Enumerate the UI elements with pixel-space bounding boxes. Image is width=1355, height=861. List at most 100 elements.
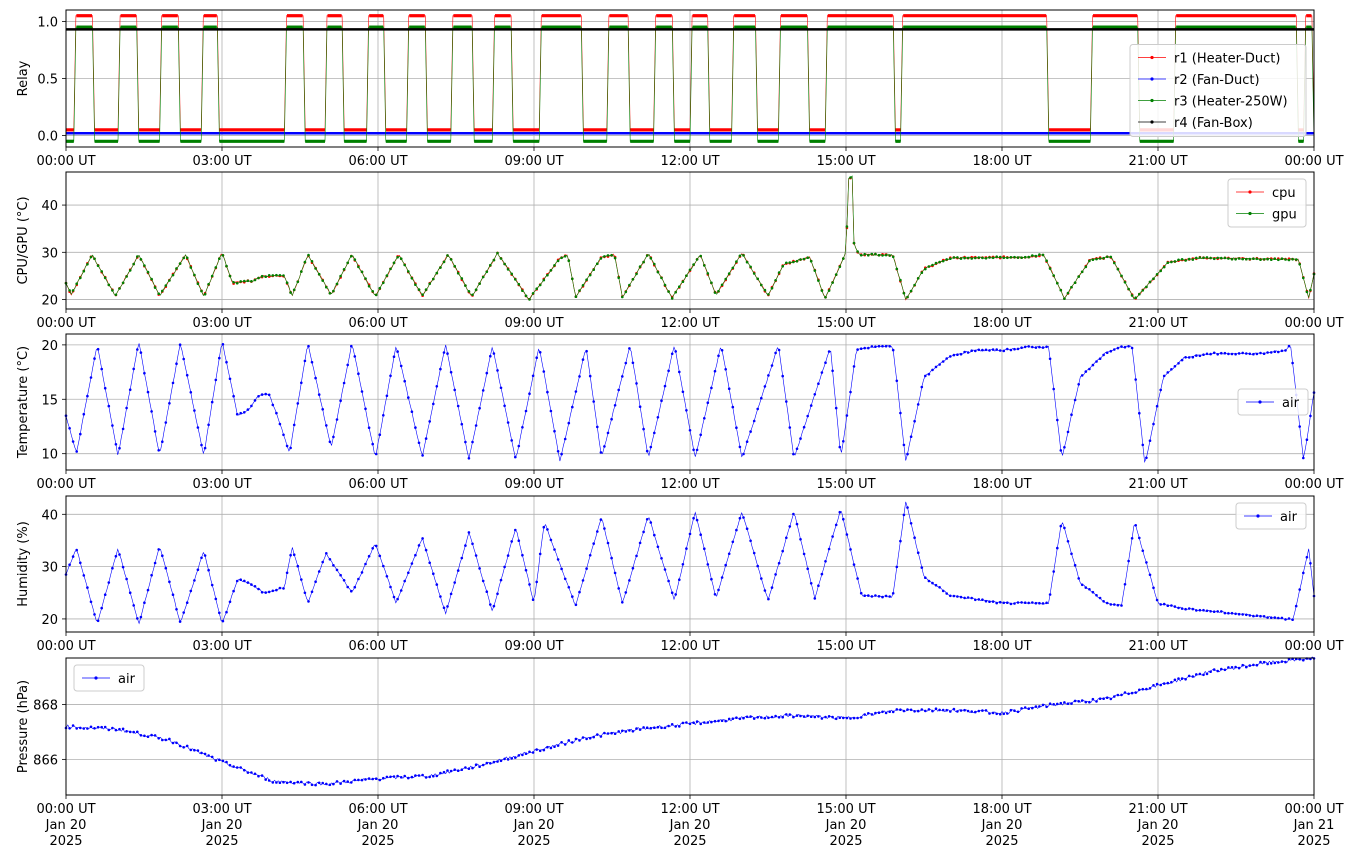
series-point [767,597,770,601]
series-point [89,600,93,604]
series-point [432,277,435,281]
series-point [549,269,553,272]
series-point [727,272,731,275]
series-point [1277,258,1280,262]
series-point [553,548,556,551]
series-point [1070,702,1073,705]
x-tick-year: 2025 [49,834,82,849]
series-point [745,440,749,444]
series-point [300,780,303,784]
series-point [93,357,96,360]
series-point [1059,701,1063,705]
series-point [1095,257,1098,261]
series-point [239,411,242,415]
series-point [663,283,667,287]
legend-swatch-marker [1150,55,1154,60]
series-point [392,355,396,359]
series-point [660,557,663,560]
series-point [1187,257,1191,261]
series-point [100,367,103,371]
series-point [114,728,118,732]
series-point [178,744,182,748]
series-point [285,781,289,785]
series-point [275,781,278,784]
series-point [1034,254,1038,258]
x-tick-date: Jan 20 [981,818,1023,833]
series-point [1248,257,1252,261]
x-tick-year: 2025 [517,834,550,849]
series-point [1227,666,1230,669]
series-point [1212,610,1216,613]
series-point [360,270,364,274]
series-point [175,608,178,611]
series-point [396,597,399,601]
series-point [328,783,332,787]
series-point [1116,267,1120,271]
series-point [881,344,884,348]
series-point [1013,602,1016,605]
series-point [574,603,578,607]
series-point [442,351,446,354]
series-point [424,776,428,779]
series-point [1020,601,1023,604]
x-tick-label: 15:00 UT [816,639,875,654]
series-point [1009,602,1013,606]
series-point [175,741,178,745]
series-point [610,417,613,421]
series-point [175,362,178,366]
series-point [1220,667,1223,671]
series-point [282,587,285,590]
series-point [763,589,767,592]
series-point [938,708,941,712]
series-point [239,766,242,769]
series-point [742,716,745,720]
series-point [232,394,235,398]
legend-label: air [1282,396,1300,411]
series-point [863,713,866,716]
series-point [264,778,268,781]
x-tick-year: 2025 [985,834,1018,849]
series-point [692,721,695,724]
series-point [838,445,842,449]
series-point [599,518,603,521]
series-point [560,256,563,260]
series-point [464,284,467,287]
series-point [1252,663,1255,667]
series-point [1241,663,1244,667]
series-point [481,275,485,279]
panel-4: 203040Humidity (%)00:00 UT 03:00 UT 06:00 … [16,495,1344,654]
series-point [685,274,688,278]
series-point [1141,549,1145,553]
series-point [100,606,103,610]
series-point [895,379,899,383]
series-point [385,575,389,578]
series-point [1127,345,1130,348]
series-point [660,399,663,403]
series-point [856,250,859,253]
series-point [621,295,624,299]
series-point [849,176,852,179]
series-point [185,373,189,377]
series-point [153,734,157,737]
series-point [767,293,770,296]
series-point [139,258,143,261]
series-point [485,761,489,765]
series-point [307,781,310,784]
series-point [1130,346,1134,350]
series-point [93,727,96,730]
series-point [1259,614,1262,618]
series-point [1277,616,1280,620]
y-tick-label: 866 [33,753,58,768]
series-point [378,778,382,782]
series-point [1109,603,1113,606]
series-point [817,584,820,587]
series-point [824,560,827,563]
series-point [275,273,278,277]
series-point [688,429,692,432]
series-point [713,369,717,373]
y-axis-label: Relay [16,60,31,96]
series-point [977,598,981,601]
series-point [678,285,681,289]
series-point [367,426,371,430]
series-point [1177,362,1180,365]
